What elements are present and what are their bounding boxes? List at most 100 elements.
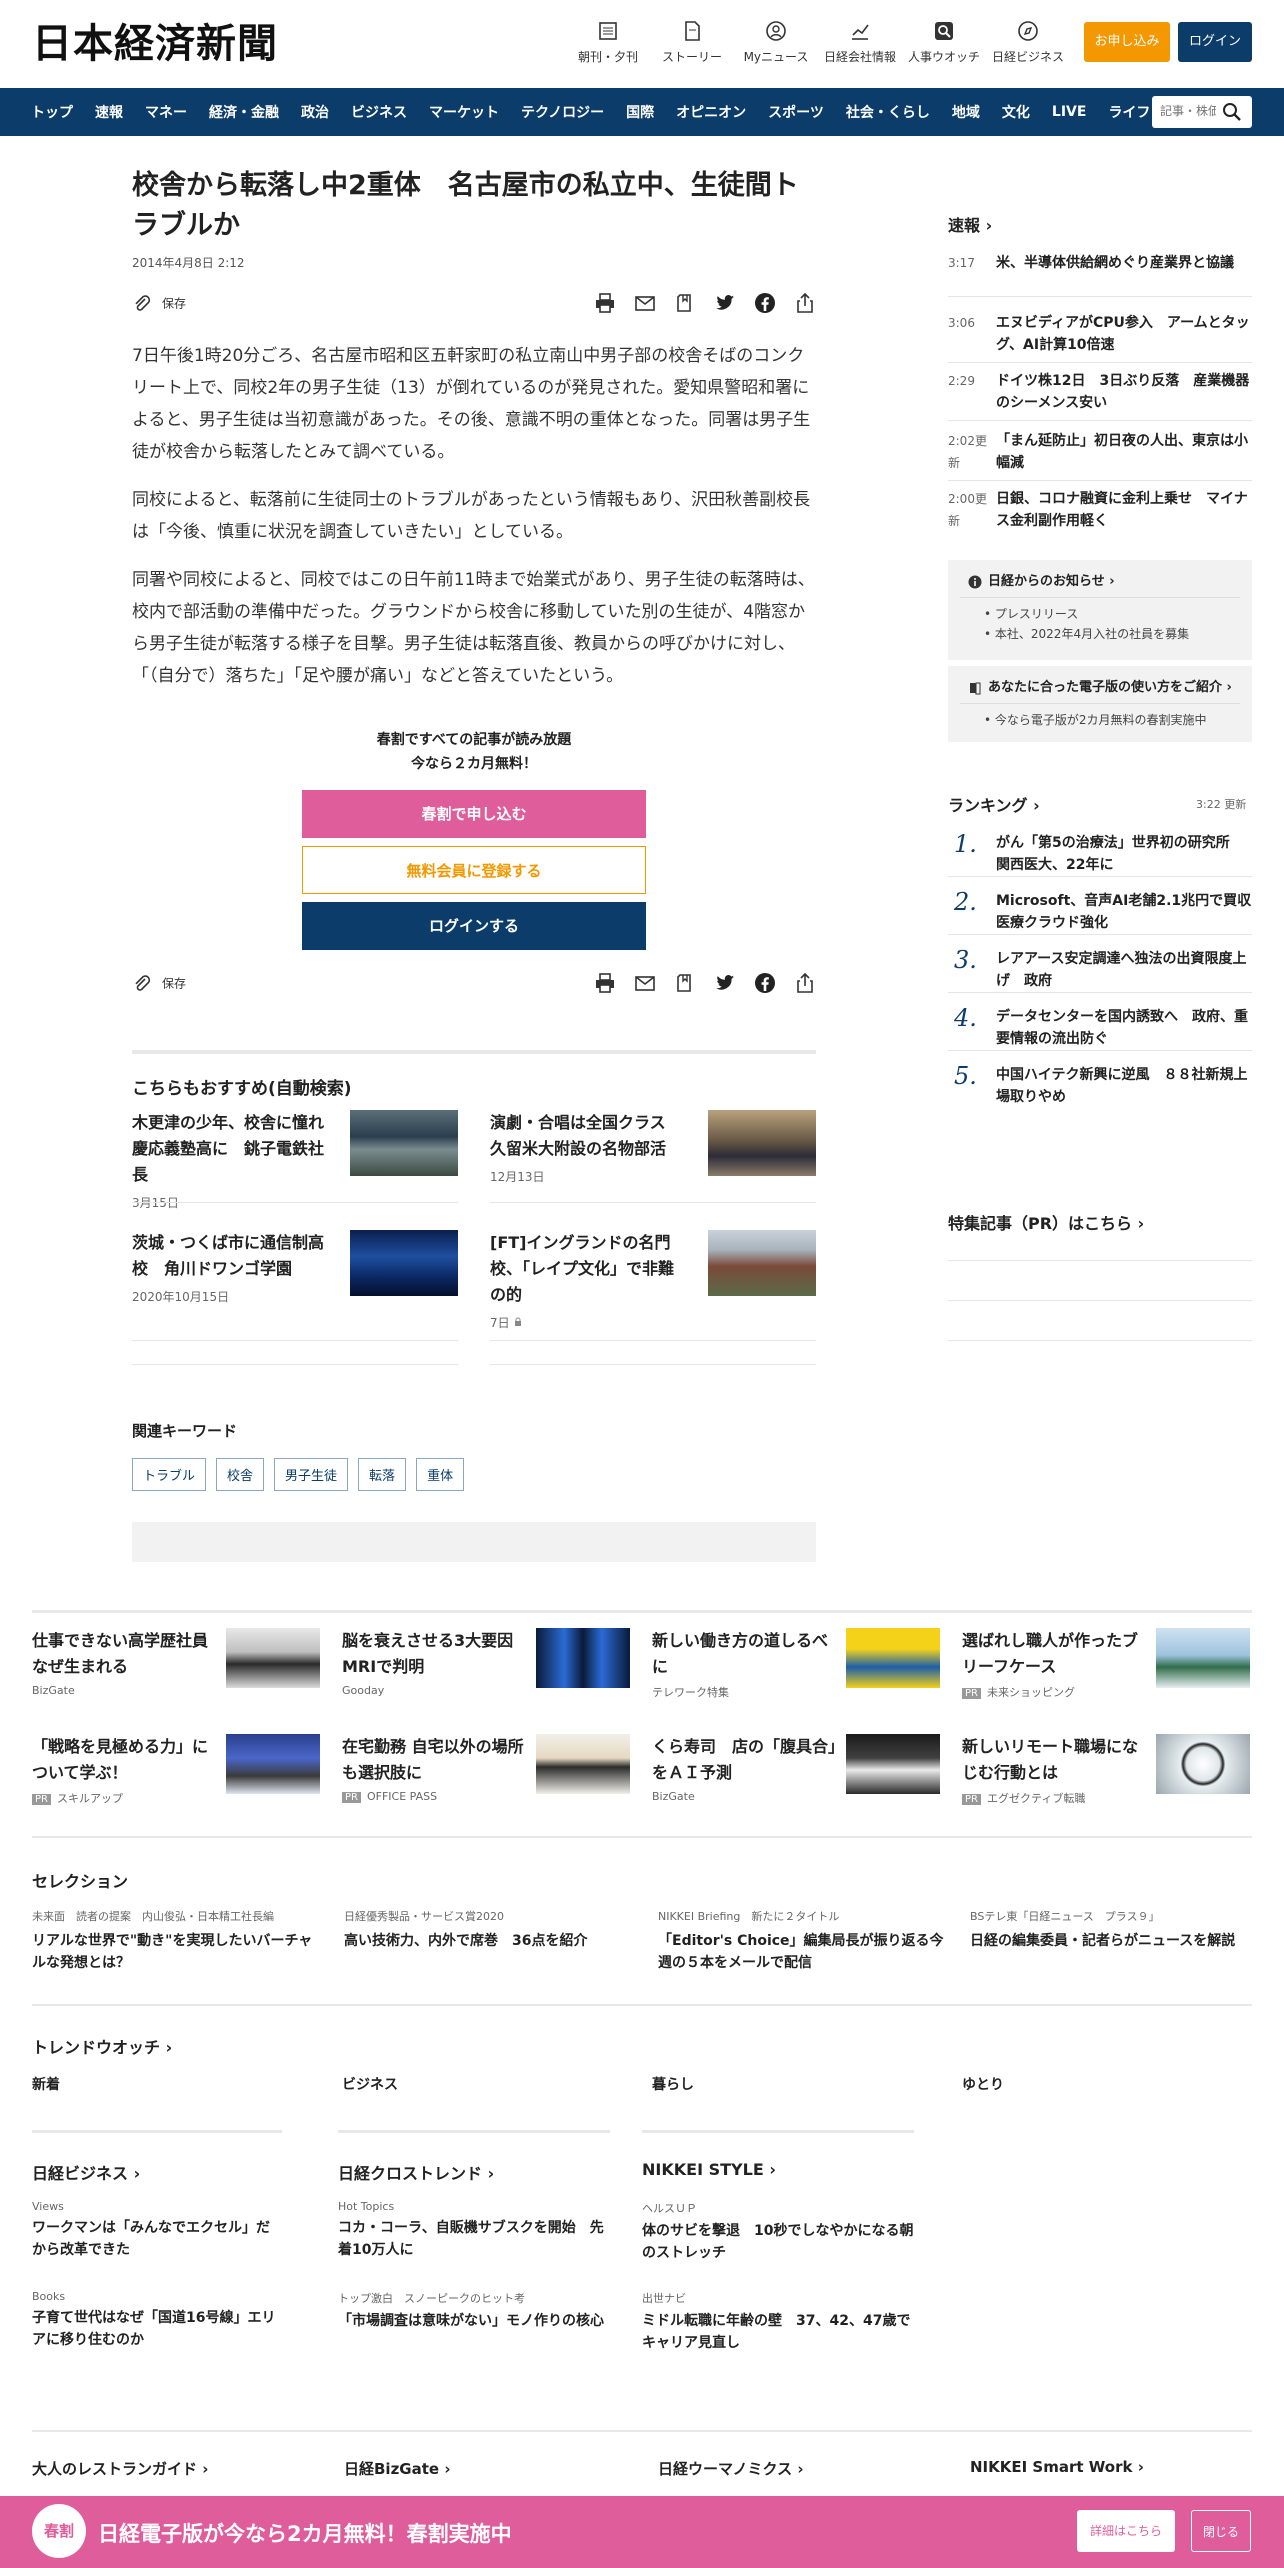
clip-icon[interactable] — [674, 972, 696, 994]
site-logo[interactable]: 日本経済新聞 — [32, 20, 278, 68]
media-item[interactable]: Hot Topics コカ・コーラ、自販機サブスクを開始 先着10万人に — [338, 2200, 610, 2261]
selection-item[interactable]: NIKKEI Briefing 新たに２タイトル 「Editor's Choice… — [658, 1908, 948, 1974]
trend-tab[interactable]: ゆとり — [962, 2074, 1004, 2094]
nav-item[interactable]: 速報 — [84, 102, 134, 122]
save-button[interactable]: 保存 — [132, 974, 186, 994]
book-icon — [970, 682, 981, 694]
search-icon[interactable] — [1222, 102, 1242, 122]
mail-icon[interactable] — [634, 972, 656, 994]
nav-icon-personnel-watch[interactable]: 人事ウオッチ — [904, 20, 984, 65]
notice-item[interactable]: • 今なら電子版が2カ月無料の春割実施中 — [948, 710, 1252, 730]
footer-link[interactable]: 大人のレストランガイド › — [32, 2458, 208, 2479]
spring-campaign-banner[interactable]: 春割 日経電子版が今なら2カ月無料！春割実施中 詳細はこちら 閉じる — [0, 2496, 1284, 2568]
spring-subscribe-button[interactable]: 春割で申し込む — [302, 790, 646, 838]
nav-icon-print-edition[interactable]: 朝刊・夕刊 — [568, 20, 648, 65]
media-item[interactable]: Books 子育て世代はなぜ「国道16号線」エリアに移り住むのか — [32, 2290, 282, 2351]
ad-card[interactable]: 選ばれし職人が作ったブリーフケース PR 未来ショッピング — [962, 1628, 1250, 1699]
recommend-item[interactable]: 演劇・合唱は全国クラス 久留米大附設の名物部活 12月13日 — [490, 1110, 816, 1185]
facebook-icon[interactable] — [754, 292, 776, 314]
recommend-item-title: 演劇・合唱は全国クラス 久留米大附設の名物部活 — [490, 1113, 682, 1158]
divider — [642, 2130, 914, 2133]
nav-item[interactable]: 地域 — [941, 102, 991, 122]
login-button[interactable]: ログイン — [1178, 22, 1252, 62]
trend-tab[interactable]: ビジネス — [342, 2074, 398, 2094]
facebook-icon[interactable] — [754, 972, 776, 994]
keyword-tag[interactable]: 校舎 — [216, 1458, 265, 1491]
nav-item[interactable]: オピニオン — [665, 102, 757, 122]
notice-item[interactable]: • プレスリリース — [948, 604, 1252, 624]
share-icon[interactable] — [794, 292, 816, 314]
trend-watch-title[interactable]: トレンドウオッチ › — [32, 2034, 172, 2058]
breaking-news-title[interactable]: 速報 › — [948, 212, 992, 236]
nav-item[interactable]: 政治 — [290, 102, 340, 122]
recommend-item[interactable]: 茨城・つくば市に通信制高校 角川ドワンゴ学園 2020年10月15日 — [132, 1230, 458, 1305]
free-register-button[interactable]: 無料会員に登録する — [302, 846, 646, 894]
ad-card[interactable]: 新しいリモート職場になじむ行動とは PR エグゼクティブ転職 — [962, 1734, 1250, 1805]
banner-close-button[interactable]: 閉じる — [1191, 2510, 1251, 2552]
selection-item[interactable]: 未来面 読者の提案 内山俊弘・日本精工社長編 リアルな世界で"動き"を実現したいバ… — [32, 1908, 322, 1974]
mail-icon[interactable] — [634, 292, 656, 314]
nav-item[interactable]: 経済・金融 — [198, 102, 290, 122]
nav-item[interactable]: 文化 — [991, 102, 1041, 122]
feature-pr-title[interactable]: 特集記事（PR）はこちら › — [948, 1210, 1144, 1234]
share-icon[interactable] — [794, 972, 816, 994]
keyword-tag[interactable]: 転落 — [358, 1458, 407, 1491]
footer-link[interactable]: 日経ウーマノミクス › — [658, 2458, 804, 2479]
print-icon[interactable] — [594, 292, 616, 314]
nav-icon-company-info[interactable]: 日経会社情報 — [820, 20, 900, 65]
guide-title[interactable]: あなたに合った電子版の使い方をご紹介 › — [948, 666, 1252, 695]
nav-item[interactable]: マーケット — [418, 102, 510, 122]
divider — [132, 1202, 458, 1203]
nav-item[interactable]: マネー — [134, 102, 198, 122]
recommend-item[interactable]: [FT]イングランドの名門校、「レイプ文化」で非難の的 7日 — [490, 1230, 816, 1331]
twitter-icon[interactable] — [714, 972, 736, 994]
media-item[interactable]: Views ワークマンは「みんなでエクセル」だから改革できた — [32, 2200, 282, 2261]
site-header: 日本経済新聞 朝刊・夕刊 ストーリー Myニュース 日経会社情報 人事ウオッチ … — [0, 0, 1284, 88]
media-item[interactable]: ヘルスＵＰ 体のサビを撃退 10秒でしなやかになる朝のストレッチ — [642, 2200, 914, 2264]
save-button[interactable]: 保存 — [132, 294, 186, 314]
clip-icon[interactable] — [674, 292, 696, 314]
nav-item[interactable]: 社会・くらし — [835, 102, 941, 122]
media-title[interactable]: 日経クロストレンド › — [338, 2160, 494, 2184]
keyword-tag[interactable]: 男子生徒 — [274, 1458, 349, 1491]
keyword-tag[interactable]: 重体 — [416, 1458, 465, 1491]
banner-text: 日経電子版が今なら2カ月無料！春割実施中 — [98, 2522, 512, 2546]
keyword-tag[interactable]: トラブル — [132, 1458, 207, 1491]
ad-card[interactable]: 新しい働き方の道しるべに テレワーク特集 — [652, 1628, 940, 1699]
nav-icon-story[interactable]: ストーリー — [652, 20, 732, 65]
ad-card[interactable]: 「戦略を見極める力」について学ぶ！ PR スキルアップ — [32, 1734, 320, 1805]
trend-tab[interactable]: 暮らし — [652, 2074, 694, 2094]
search-input[interactable] — [1152, 96, 1216, 126]
nav-item[interactable]: LIVE — [1041, 104, 1098, 120]
nav-icon-mynews[interactable]: Myニュース — [736, 20, 816, 65]
notice-item[interactable]: • 本社、2022年4月入社の社員を募集 — [948, 624, 1252, 644]
twitter-icon[interactable] — [714, 292, 736, 314]
ad-card[interactable]: 仕事できない高学歴社員なぜ生まれる BizGate — [32, 1628, 320, 1698]
paywall-login-button[interactable]: ログインする — [302, 902, 646, 950]
ranking-title[interactable]: ランキング › — [948, 792, 1040, 816]
nav-item[interactable]: 国際 — [615, 102, 665, 122]
print-icon[interactable] — [594, 972, 616, 994]
media-item[interactable]: 出世ナビ ミドル転職に年齢の壁 37、42、47歳でキャリア見直し — [642, 2290, 914, 2354]
banner-details-button[interactable]: 詳細はこちら — [1077, 2510, 1175, 2552]
ad-card[interactable]: 脳を衰えさせる3大要因 MRIで判明 Gooday — [342, 1628, 630, 1698]
media-title[interactable]: 日経ビジネス › — [32, 2160, 140, 2184]
media-item[interactable]: トップ激白 スノーピークのヒット考 「市場調査は意味がない」モノ作りの核心 — [338, 2290, 610, 2332]
selection-item[interactable]: BSテレ東「日経ニュース プラス９」 日経の編集委員・記者らがニュースを解説 — [970, 1908, 1260, 1952]
nav-item[interactable]: トップ — [20, 102, 84, 122]
nav-item[interactable]: ビジネス — [340, 102, 418, 122]
notice-title[interactable]: 日経からのお知らせ › — [948, 560, 1252, 589]
trend-tab[interactable]: 新着 — [32, 2074, 60, 2094]
recommend-item[interactable]: 木更津の少年、校舎に憧れ慶応義塾高に 銚子電鉄社長 3月15日 — [132, 1110, 458, 1211]
nav-item[interactable]: テクノロジー — [510, 102, 615, 122]
divider — [32, 2130, 282, 2133]
ad-card[interactable]: くら寿司 店の「腹具合」をＡＩ予測 BizGate — [652, 1734, 940, 1804]
media-title[interactable]: NIKKEI STYLE › — [642, 2160, 776, 2179]
nav-icon-nikkei-business[interactable]: 日経ビジネス — [988, 20, 1068, 65]
footer-link[interactable]: 日経BizGate › — [344, 2458, 451, 2479]
subscribe-button[interactable]: お申し込み — [1084, 22, 1170, 62]
footer-link[interactable]: NIKKEI Smart Work › — [970, 2458, 1144, 2476]
selection-item[interactable]: 日経優秀製品・サービス賞2020 高い技術力、内外で席巻 36点を紹介 — [344, 1908, 634, 1952]
nav-item[interactable]: スポーツ — [757, 102, 835, 122]
ad-card[interactable]: 在宅勤務 自宅以外の場所も選択肢に PR OFFICE PASS — [342, 1734, 630, 1804]
